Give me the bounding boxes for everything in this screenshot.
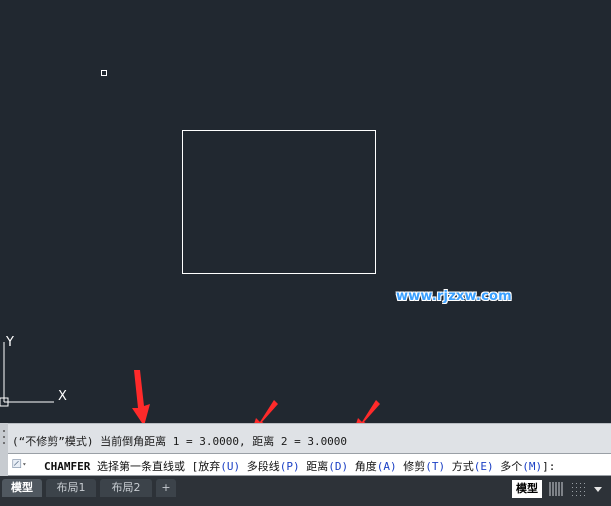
command-option-label: 多段线 xyxy=(246,460,280,473)
command-option-label: 放弃 xyxy=(198,460,221,473)
command-option-key: (M) xyxy=(522,460,543,473)
chevron-down-icon xyxy=(22,463,26,466)
command-option[interactable]: 修剪(T) xyxy=(403,460,445,473)
command-option-key: (T) xyxy=(425,460,446,473)
ucs-y-label: Y xyxy=(5,335,14,350)
command-history-panel: (“不修剪”模式) 当前倒角距离 1 = 3.0000, 距离 2 = 3.00… xyxy=(0,423,611,453)
command-option-key: (A) xyxy=(376,460,397,473)
layout-tab[interactable]: 布局2 xyxy=(100,479,152,497)
chevron-down-icon[interactable] xyxy=(592,484,604,494)
drawing-canvas[interactable]: www.rjzxw.com Y X xyxy=(0,0,611,436)
command-option-label: 修剪 xyxy=(403,460,426,473)
command-name: CHAMFER xyxy=(44,460,91,473)
add-layout-tab[interactable]: + xyxy=(156,479,176,497)
command-option-label: 角度 xyxy=(354,460,377,473)
status-bar-right: 模型 xyxy=(510,478,611,502)
command-option-label: 方式 xyxy=(451,460,474,473)
command-suffix: ]: xyxy=(542,460,556,473)
command-window-grip[interactable] xyxy=(0,423,8,483)
command-line-input[interactable]: CHAMFER 选择第一条直线或 [放弃(U) 多段线(P) 距离(D) 角度(… xyxy=(8,453,611,476)
command-prompt-icon[interactable] xyxy=(12,457,28,471)
command-prompt: 选择第一条直线或 [ xyxy=(90,460,199,473)
command-option[interactable]: 角度(A) xyxy=(355,460,397,473)
command-option-label: 距离 xyxy=(306,460,329,473)
command-option-label: 多个 xyxy=(500,460,523,473)
command-option[interactable]: 距离(D) xyxy=(306,460,348,473)
command-option-key: (D) xyxy=(328,460,349,473)
pickbox-cursor xyxy=(101,70,107,76)
layout-tab[interactable]: 模型 xyxy=(2,479,42,497)
ucs-x-label: X xyxy=(58,389,67,404)
drawn-rectangle[interactable] xyxy=(182,130,376,274)
command-history-text: (“不修剪”模式) 当前倒角距离 1 = 3.0000, 距离 2 = 3.00… xyxy=(12,435,348,448)
layout-tab[interactable]: 布局1 xyxy=(46,479,96,497)
snap-icon[interactable] xyxy=(570,481,586,497)
grid-icon[interactable] xyxy=(548,481,564,497)
command-option[interactable]: 放弃(U) xyxy=(198,460,240,473)
command-option[interactable]: 方式(E) xyxy=(452,460,494,473)
command-option[interactable]: 多段线(P) xyxy=(247,460,300,473)
annotation-arrow-1 xyxy=(132,370,150,426)
watermark-text: www.rjzxw.com xyxy=(396,289,512,304)
command-option-key: (E) xyxy=(473,460,494,473)
ucs-icon: Y X xyxy=(0,335,67,407)
model-space-button[interactable]: 模型 xyxy=(512,480,542,498)
command-option-key: (P) xyxy=(279,460,300,473)
command-line-text: CHAMFER 选择第一条直线或 [放弃(U) 多段线(P) 距离(D) 角度(… xyxy=(44,458,555,474)
command-option-key: (U) xyxy=(220,460,241,473)
command-option[interactable]: 多个(M) xyxy=(500,460,542,473)
grip-dots-icon xyxy=(3,430,5,444)
